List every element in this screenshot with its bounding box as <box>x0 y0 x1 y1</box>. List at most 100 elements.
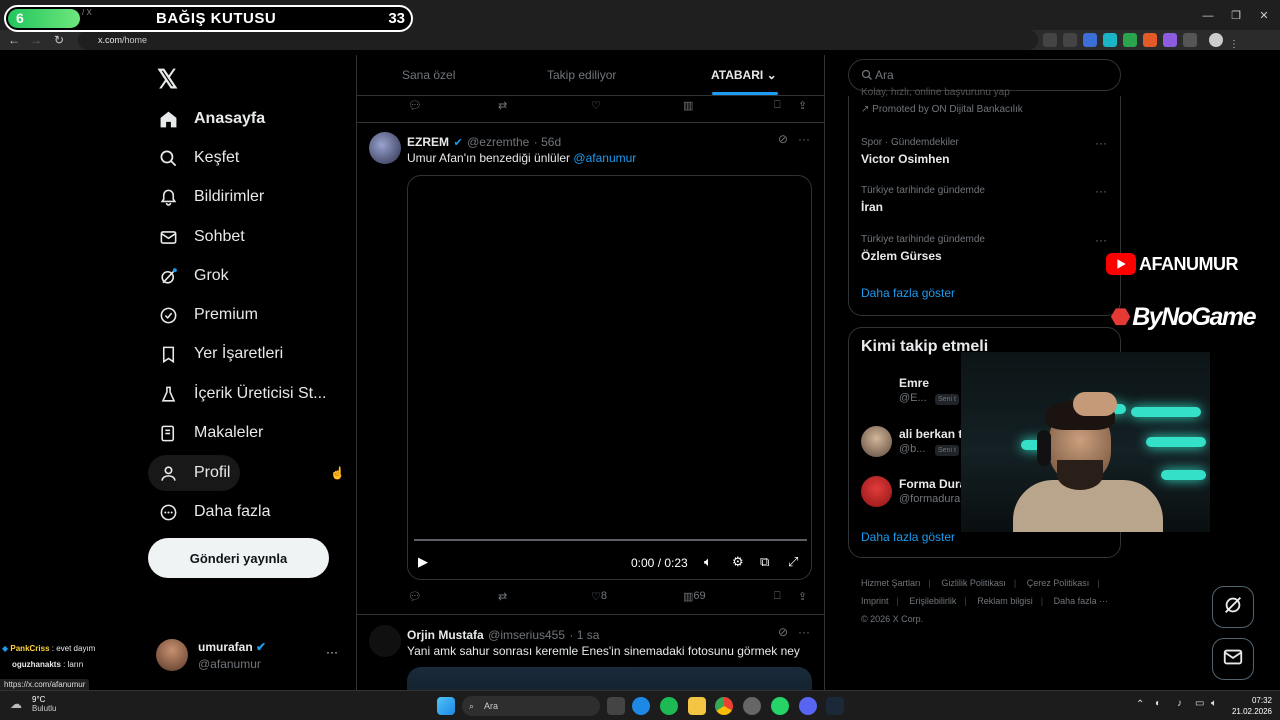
views-button[interactable]: ▥ 69 <box>683 590 706 603</box>
mention-link[interactable]: @afanumur <box>573 151 636 165</box>
more-icon[interactable]: ··· <box>798 625 810 639</box>
windows-start-icon[interactable] <box>437 697 455 715</box>
tweet-handle[interactable]: @imserius455 <box>488 628 565 642</box>
footer-link[interactable]: Hizmet Şartları <box>861 578 921 588</box>
bookmark-icon[interactable]: ⎕ <box>774 590 781 603</box>
close-icon[interactable]: ✕ <box>1250 9 1278 22</box>
microphone-icon[interactable]: ♪ <box>1177 698 1182 709</box>
tweet-author[interactable]: Orjin Mustafa <box>407 628 484 642</box>
footer-link[interactable]: Imprint <box>861 596 889 606</box>
more-icon[interactable]: ··· <box>1095 136 1107 150</box>
tweet-time[interactable]: · 1 sa <box>569 628 599 642</box>
sidebar-item-more[interactable]: Daha fazla <box>148 494 281 530</box>
tab-list[interactable]: ATABARI ⌄ <box>711 68 777 82</box>
messages-float-button[interactable] <box>1212 638 1254 680</box>
extension-icon[interactable] <box>1143 33 1157 47</box>
avatar[interactable] <box>861 375 892 406</box>
avatar[interactable] <box>369 625 401 657</box>
footer-link[interactable]: Erişilebilirlik <box>909 596 956 606</box>
tweet-author[interactable]: EZREM <box>407 135 449 149</box>
chrome-icon[interactable] <box>715 697 733 715</box>
steam-icon[interactable] <box>826 697 844 715</box>
views-icon[interactable]: ▥ <box>683 99 693 112</box>
sidebar-item-profile[interactable]: Profil <box>148 455 241 491</box>
retweet-icon[interactable]: ⇄ <box>498 99 507 112</box>
tab-following[interactable]: Takip ediliyor <box>547 68 616 82</box>
settings-icon[interactable]: ⚙ <box>732 554 744 570</box>
sidebar-item-home[interactable]: Anasayfa <box>148 101 275 137</box>
extension-icon[interactable] <box>1163 33 1177 47</box>
grok-float-button[interactable] <box>1212 586 1254 628</box>
install-icon[interactable] <box>1063 33 1077 47</box>
sidebar-item-grok[interactable]: Grok <box>148 258 239 294</box>
weather-widget[interactable]: ☁ 9°C Bulutlu <box>10 695 56 713</box>
spotify-icon[interactable] <box>660 697 678 715</box>
pip-icon[interactable]: ⧉ <box>760 554 769 570</box>
tab-for-you[interactable]: Sana özel <box>402 68 455 82</box>
sidebar-item-messages[interactable]: Sohbet <box>148 219 255 255</box>
bookmark-star-icon[interactable] <box>1083 33 1097 47</box>
more-icon[interactable]: ··· <box>1095 233 1107 247</box>
tray-chevron-icon[interactable]: ⌃ <box>1136 699 1144 710</box>
taskbar-search[interactable]: ⌕ Ara <box>462 696 600 716</box>
share-icon[interactable]: ⇪ <box>798 590 807 603</box>
video-progress-bar[interactable] <box>414 539 807 541</box>
video-player[interactable]: ▶ 0:00 / 0:23 🔈︎ ⚙ ⧉ ⤢ <box>407 175 812 580</box>
edge-icon[interactable] <box>632 697 650 715</box>
sidebar-item-articles[interactable]: Makaleler <box>148 415 273 451</box>
url-field[interactable]: x.com/home <box>78 30 1038 50</box>
like-button[interactable]: ♡ 8 <box>591 590 607 603</box>
reply-icon[interactable]: 💬︎ <box>408 590 422 603</box>
footer-link[interactable]: Reklam bilgisi <box>977 596 1033 606</box>
more-icon[interactable]: ··· <box>326 645 338 659</box>
bookmark-icon[interactable]: ⎕ <box>774 99 781 112</box>
taskbar-clock[interactable]: 07:32 21.02.2026 <box>1228 695 1272 717</box>
sidebar-item-bookmarks[interactable]: Yer İşaretleri <box>148 336 293 372</box>
footer-link[interactable]: Daha fazla ··· <box>1054 596 1109 606</box>
footer-link[interactable]: Gizlilik Politikası <box>941 578 1006 588</box>
discord-icon[interactable] <box>799 697 817 715</box>
obs-icon[interactable] <box>743 697 761 715</box>
whatsapp-icon[interactable] <box>771 697 789 715</box>
reload-icon[interactable]: ↻ <box>47 33 71 47</box>
follow-show-more-link[interactable]: Daha fazla göster <box>861 530 955 544</box>
sidebar-item-creator-studio[interactable]: İçerik Üreticisi St... <box>148 376 336 412</box>
avatar[interactable] <box>861 476 892 507</box>
network-icon[interactable]: ▭ <box>1195 698 1204 709</box>
menu-icon[interactable]: ⋮ <box>1229 39 1243 53</box>
x-logo-icon[interactable]: 𝕏 <box>157 64 178 95</box>
trends-show-more-link[interactable]: Daha fazla göster <box>861 286 955 300</box>
back-icon[interactable]: ← <box>2 33 26 47</box>
minimize-icon[interactable]: — <box>1194 10 1222 22</box>
avatar[interactable] <box>861 426 892 457</box>
profile-icon[interactable] <box>1209 33 1223 47</box>
retweet-icon[interactable]: ⇄ <box>498 590 507 603</box>
like-icon[interactable]: ♡ <box>591 99 601 112</box>
extension-icon[interactable] <box>1103 33 1117 47</box>
avatar[interactable] <box>369 132 401 164</box>
post-button[interactable]: Gönderi yayınla <box>148 538 329 578</box>
tweet-time[interactable]: · 56d <box>534 135 561 149</box>
account-switcher[interactable]: umurafan ✔ @afanumur ··· <box>156 639 346 675</box>
tweet-handle[interactable]: @ezremthe <box>467 135 529 149</box>
file-explorer-icon[interactable] <box>688 697 706 715</box>
volume-icon[interactable]: 🔈︎ <box>704 554 712 570</box>
forward-icon[interactable]: → <box>24 33 48 47</box>
sidebar-item-notifications[interactable]: Bildirimler <box>148 179 274 215</box>
footer-link[interactable]: Çerez Politikası <box>1027 578 1090 588</box>
more-icon[interactable]: ··· <box>1095 184 1107 198</box>
sidebar-item-premium[interactable]: Premium <box>148 297 268 333</box>
task-view-icon[interactable] <box>607 697 625 715</box>
puzzle-icon[interactable] <box>1183 33 1197 47</box>
grok-icon[interactable]: ⊘ <box>778 132 788 146</box>
play-icon[interactable]: ▶ <box>418 554 428 570</box>
tray-app-icon[interactable]: ◐ <box>1155 698 1161 709</box>
fullscreen-icon[interactable]: ⤢ <box>788 554 798 570</box>
grok-icon[interactable]: ⊘ <box>778 625 788 639</box>
volume-icon[interactable]: 🔈︎ <box>1211 698 1217 709</box>
more-icon[interactable]: ··· <box>798 132 810 146</box>
zoom-icon[interactable] <box>1043 33 1057 47</box>
extension-icon[interactable] <box>1123 33 1137 47</box>
reply-icon[interactable]: 💬︎ <box>408 99 422 112</box>
share-icon[interactable]: ⇪ <box>798 99 807 112</box>
